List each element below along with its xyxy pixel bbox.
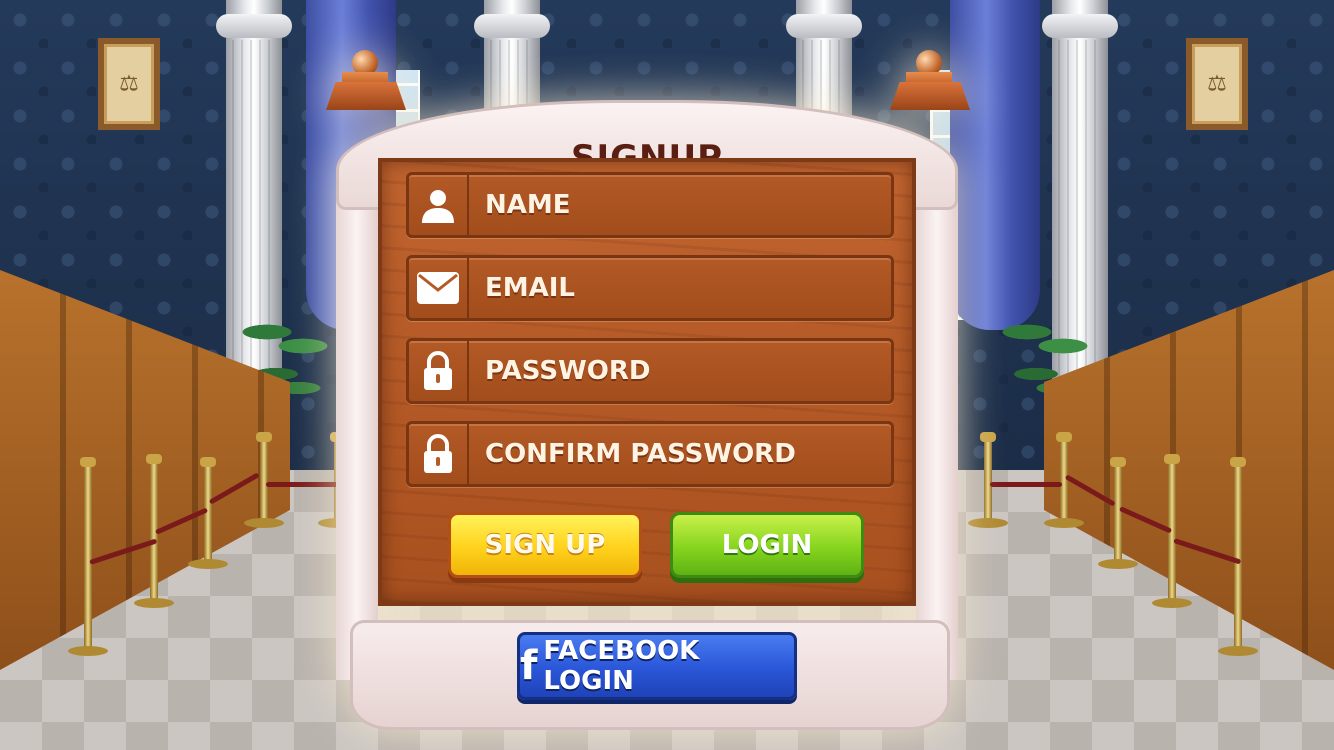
lock-icon [409,424,469,484]
email-field[interactable]: EMAIL [406,255,894,321]
velvet-rope [266,482,338,487]
password-field-placeholder: PASSWORD [485,356,651,386]
lock-icon [409,341,469,401]
email-field-placeholder: EMAIL [485,273,575,303]
login-button[interactable]: LOGIN [670,512,864,578]
name-field[interactable]: NAME [406,172,894,238]
board-finial-right [886,50,972,110]
scales-icon: ⚖ [1207,71,1227,97]
stanchion [968,432,1008,528]
confirm-password-field-placeholder: CONFIRM PASSWORD [485,439,796,469]
signup-board: SIGNUP NAME EMAIL [326,50,970,730]
stanchion [68,457,108,656]
password-field[interactable]: PASSWORD [406,338,894,404]
sign-up-button[interactable]: SIGN UP [448,512,642,578]
confirm-password-field[interactable]: CONFIRM PASSWORD [406,421,894,487]
velvet-rope [990,482,1062,487]
scales-picture-frame-left: ⚖ [98,38,160,130]
facebook-login-label: FACEBOOK LOGIN [543,636,700,696]
envelope-icon [409,258,469,318]
user-icon [409,175,469,235]
stanchion [1098,457,1138,569]
stanchion [188,457,228,569]
board-frame-left [336,180,378,680]
board-frame-right [916,180,958,680]
facebook-icon: f [520,643,538,689]
scales-picture-frame-right: ⚖ [1186,38,1248,130]
stanchion [1044,432,1084,528]
name-field-placeholder: NAME [485,190,571,220]
facebook-login-button[interactable]: f FACEBOOK LOGIN [517,632,797,700]
board-finial-left [322,50,408,110]
scales-icon: ⚖ [119,71,139,97]
stanchion [244,432,284,528]
